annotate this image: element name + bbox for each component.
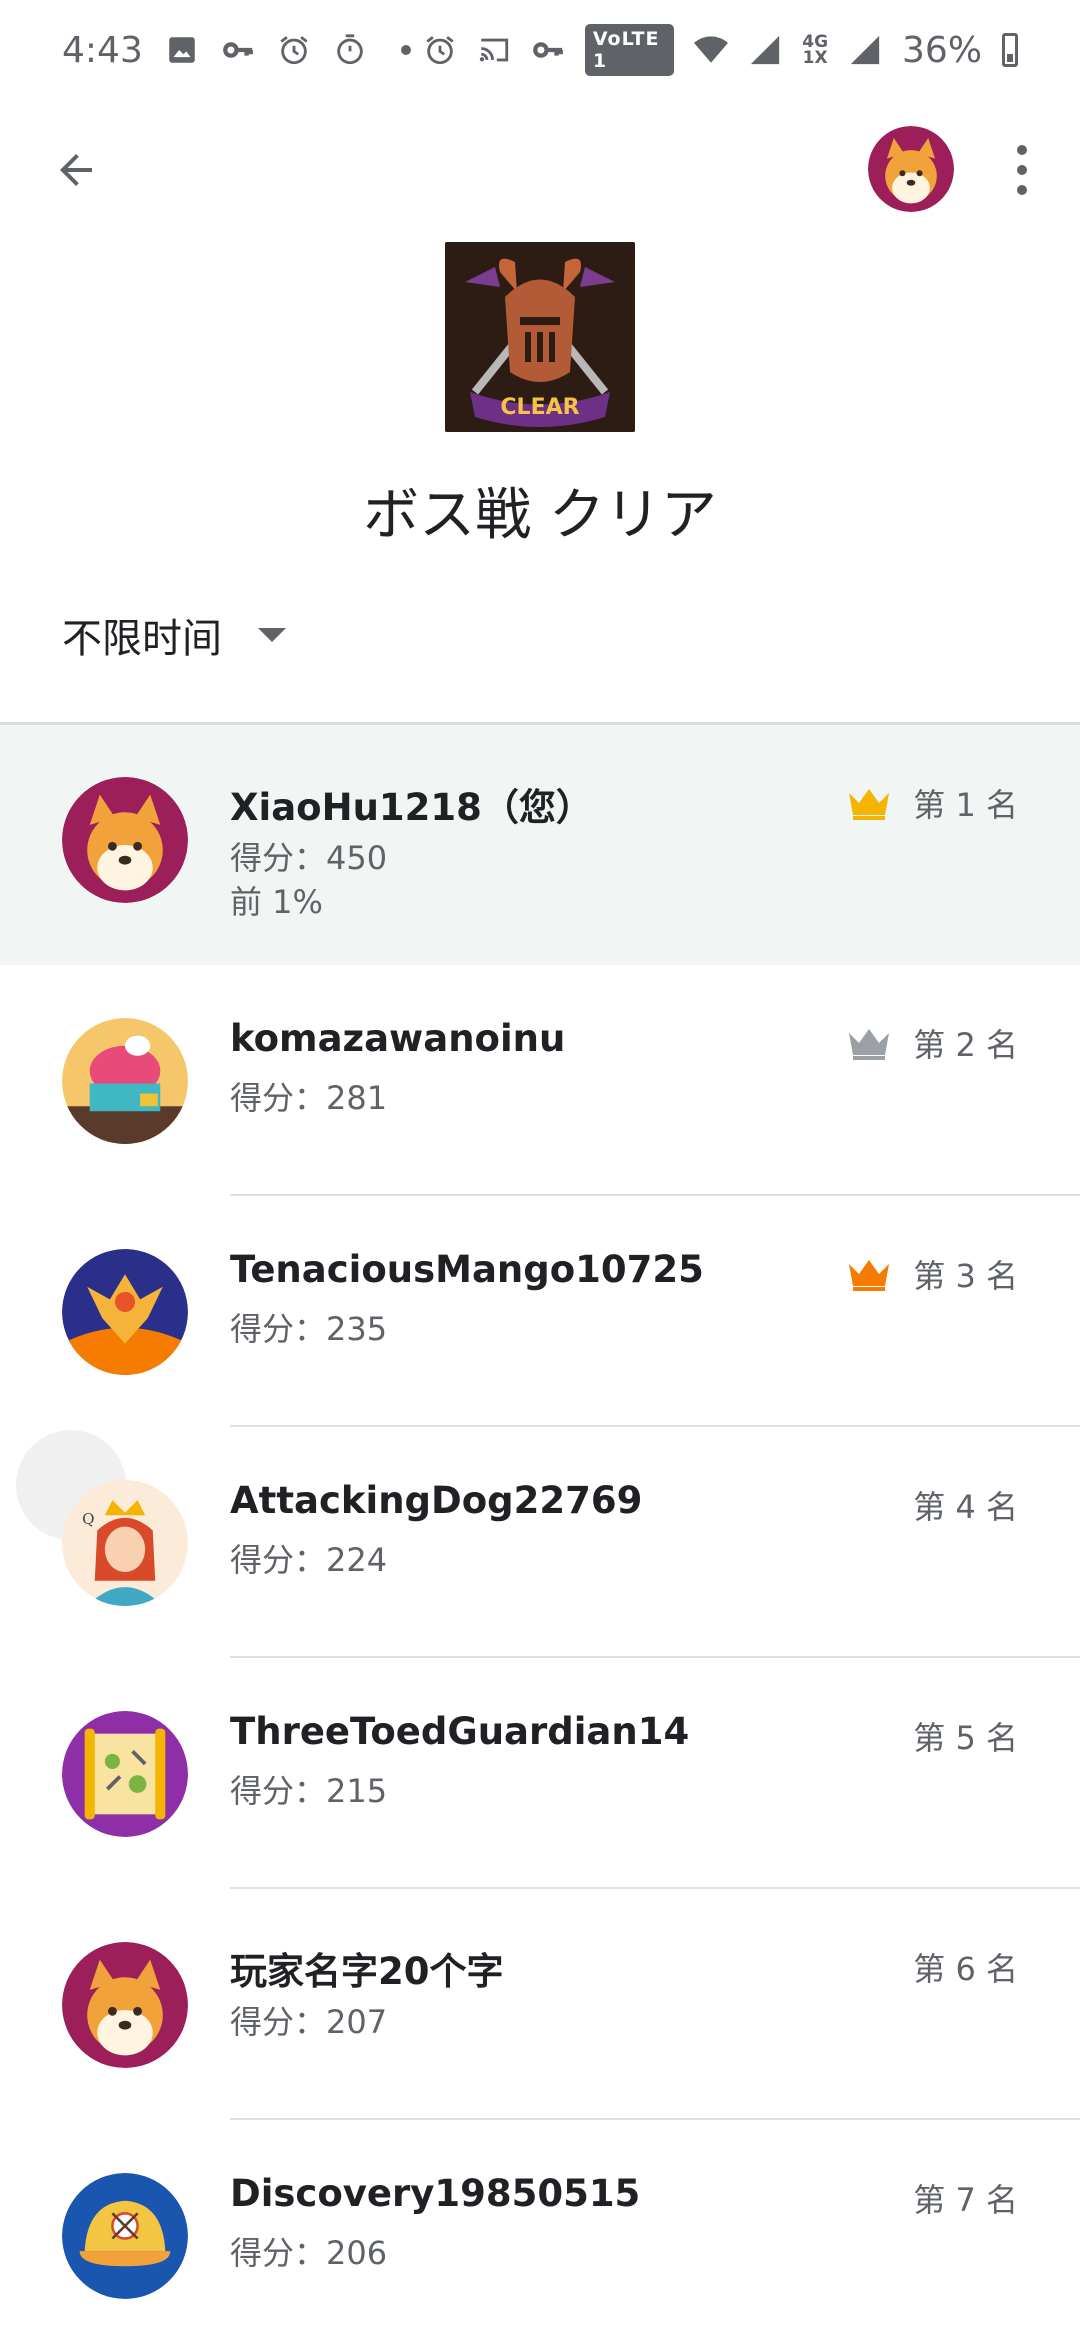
player-score: 得分：224 (230, 1541, 388, 1579)
player-score: 得分：215 (230, 1772, 388, 1810)
dot-icon (389, 33, 423, 67)
leaderboard-list: XiaoHu1218（您） 得分：450 前 1% 第 1 名 komazawa… (0, 725, 1080, 2340)
player-avatar (62, 777, 188, 903)
rank: 第 3 名 (847, 1251, 1018, 1297)
alarm-icon (423, 33, 457, 67)
rank: 第 2 名 (847, 1020, 1018, 1066)
key-icon (531, 33, 565, 67)
time-filter-dropdown[interactable]: 不限时间 (62, 600, 286, 670)
back-arrow-icon (60, 154, 92, 186)
signal-icon (848, 33, 882, 67)
rank: 第 4 名 (913, 1482, 1018, 1528)
profile-avatar[interactable] (868, 126, 954, 212)
network-bottom: 1X (802, 48, 828, 68)
player-avatar (62, 1249, 188, 1375)
clock: 4:43 (62, 29, 143, 71)
bronze-crown-icon (847, 1256, 891, 1292)
rank: 第 7 名 (913, 2175, 1018, 2221)
player-name: AttackingDog22769 (230, 1479, 643, 1522)
player-score: 得分：235 (230, 1310, 388, 1348)
dropdown-arrow-icon (258, 628, 286, 642)
image-icon (165, 33, 199, 67)
page-title: ボス戦 クリア (363, 483, 717, 548)
player-avatar (62, 1711, 188, 1837)
silver-crown-icon (847, 1025, 891, 1061)
leaderboard-row[interactable]: komazawanoinu 得分：281 第 2 名 (0, 965, 1080, 1196)
player-name: ThreeToedGuardian14 (230, 1710, 690, 1753)
rank-label: 第 5 名 (913, 1719, 1018, 1757)
more-vert-icon-dot (1017, 165, 1027, 175)
wifi-icon (694, 33, 729, 67)
time-filter-value: 不限时间 (62, 616, 222, 662)
player-name: XiaoHu1218（您） (230, 786, 593, 829)
player-avatar: Q (62, 1480, 188, 1606)
leaderboard-row[interactable]: ThreeToedGuardian14 得分：215 第 5 名 (0, 1658, 1080, 1889)
app-bar (0, 100, 1080, 240)
key-icon (221, 33, 255, 67)
rank: 第 1 名 (847, 780, 1018, 826)
player-percentile: 前 1% (230, 883, 323, 921)
player-name: Discovery19850515 (230, 2172, 641, 2215)
player-avatar (62, 1942, 188, 2068)
player-score: 得分：281 (230, 1079, 388, 1117)
leaderboard-row[interactable]: 玩家名字20个字 得分：207 第 6 名 (0, 1889, 1080, 2120)
cast-icon (477, 33, 511, 67)
leaderboard-row[interactable]: Q AttackingDog22769 得分：224 第 4 名 (0, 1427, 1080, 1658)
player-avatar (62, 2173, 188, 2299)
leaderboard-row[interactable]: TenaciousMango10725 得分：235 第 3 名 (0, 1196, 1080, 1427)
player-name: 玩家名字20个字 (230, 1950, 504, 1993)
status-bar: 4:43 VoLTE 1 4G 1X 36% (0, 0, 1080, 100)
volte-badge: VoLTE 1 (584, 24, 675, 76)
more-options-button[interactable] (994, 130, 1050, 210)
rank-label: 第 6 名 (913, 1950, 1018, 1988)
rank-label: 第 2 名 (913, 1026, 1018, 1064)
achievement-image-label: CLEAR (500, 395, 579, 420)
network-type: 4G 1X (802, 34, 828, 68)
rank: 第 6 名 (913, 1944, 1018, 1990)
status-left: 4:43 (62, 30, 423, 71)
rank-label: 第 4 名 (913, 1488, 1018, 1526)
more-vert-icon-dot (1017, 145, 1027, 155)
rank-label: 第 1 名 (913, 786, 1018, 824)
alarm-icon (277, 33, 311, 67)
rank-label: 第 7 名 (913, 2181, 1018, 2219)
player-avatar (62, 1018, 188, 1144)
signal-icon (748, 33, 782, 67)
player-score: 得分：206 (230, 2234, 388, 2272)
rank-label: 第 3 名 (913, 1257, 1018, 1295)
battery-icon (1002, 33, 1018, 67)
battery-percent: 36% (902, 29, 983, 71)
player-name: komazawanoinu (230, 1017, 566, 1060)
player-score: 得分：207 (230, 2003, 388, 2041)
timer-icon (333, 33, 367, 67)
back-button[interactable] (36, 130, 116, 210)
svg-text:Q: Q (82, 1510, 94, 1528)
achievement-image: CLEAR (445, 242, 635, 432)
player-name: TenaciousMango10725 (230, 1248, 704, 1291)
gold-crown-icon (847, 785, 891, 821)
leaderboard-row[interactable]: Discovery19850515 得分：206 第 7 名 (0, 2120, 1080, 2340)
more-vert-icon-dot (1017, 185, 1027, 195)
rank: 第 5 名 (913, 1713, 1018, 1759)
status-right: VoLTE 1 4G 1X 36% (423, 24, 1018, 76)
player-score: 得分：450 (230, 839, 388, 877)
leaderboard-row-you[interactable]: XiaoHu1218（您） 得分：450 前 1% 第 1 名 (0, 725, 1080, 965)
